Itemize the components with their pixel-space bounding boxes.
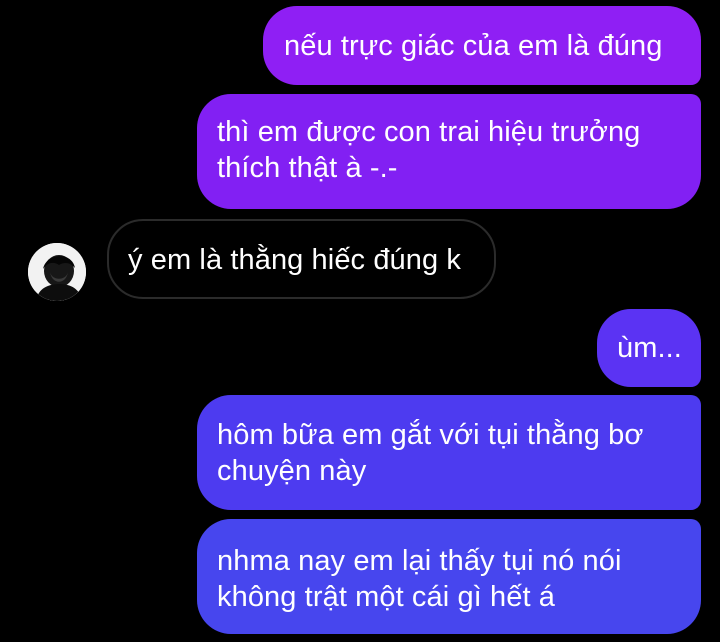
message-text: ý em là thằng hiếc đúng k [128, 244, 461, 276]
message-text: hôm bữa em gắt với tụi thằng bơ [217, 419, 644, 451]
message-text: thích thật à -.- [217, 152, 398, 184]
message-bubble-outgoing[interactable]: hôm bữa em gắt với tụi thằng bơ chuyện n… [197, 395, 701, 510]
message-text: không trật một cái gì hết á [217, 581, 555, 613]
message-text: chuyện này [217, 455, 367, 487]
message-bubble-incoming[interactable]: ý em là thằng hiếc đúng k [107, 219, 496, 299]
message-text: thì em được con trai hiệu trưởng [217, 116, 641, 148]
message-bubble-outgoing[interactable]: nhma nay em lại thấy tụi nó nói không tr… [197, 519, 701, 634]
sender-avatar[interactable] [28, 243, 86, 301]
message-text: ùm... [617, 332, 682, 364]
chat-thread: nếu trực giác của em là đúng thì em được… [0, 0, 720, 642]
message-bubble-outgoing[interactable]: ùm... [597, 309, 701, 387]
profile-avatar-icon [28, 243, 86, 301]
message-bubble-outgoing[interactable]: thì em được con trai hiệu trưởng thích t… [197, 94, 701, 209]
message-text: nhma nay em lại thấy tụi nó nói [217, 545, 622, 577]
message-bubble-outgoing[interactable]: nếu trực giác của em là đúng [263, 6, 701, 85]
message-text: nếu trực giác của em là đúng [284, 30, 663, 62]
